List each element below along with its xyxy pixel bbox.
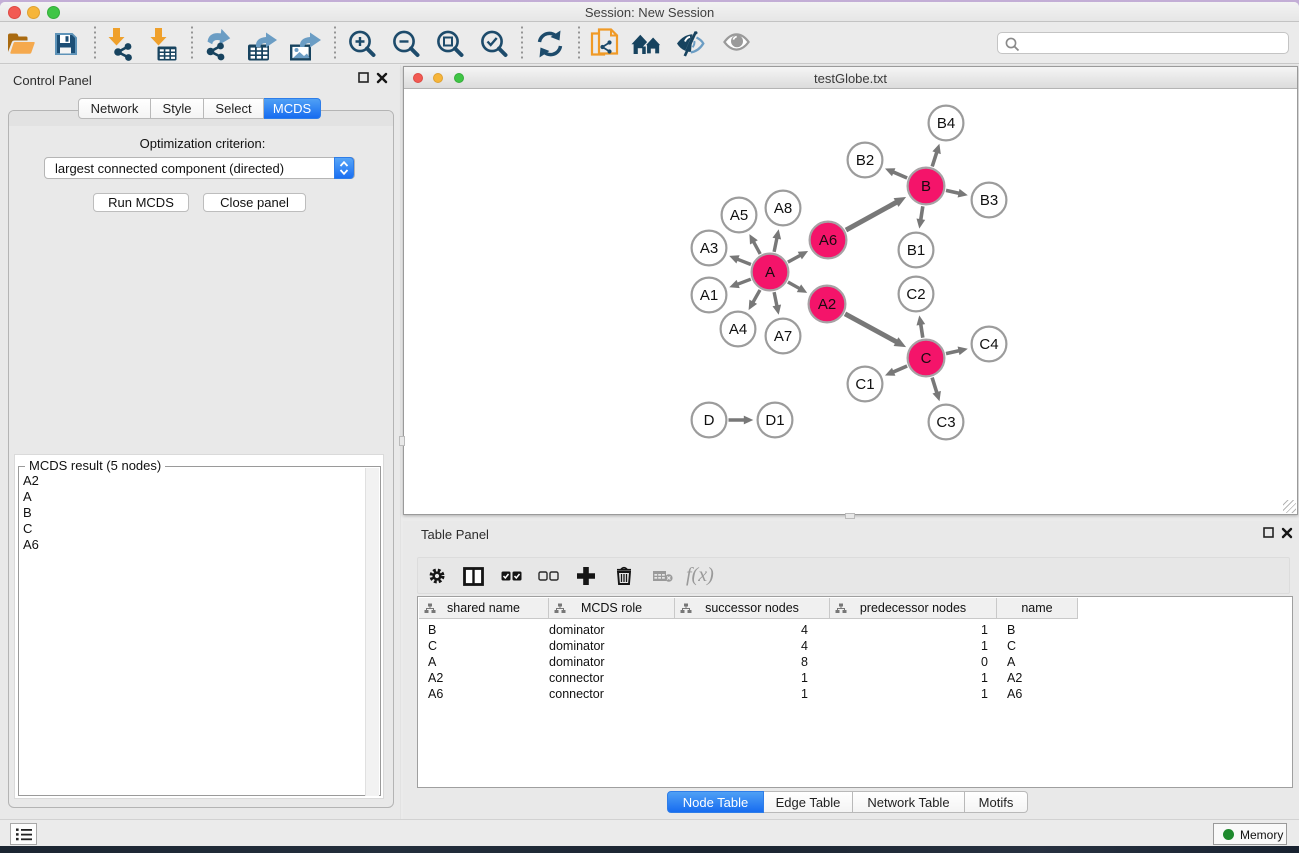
svg-text:C1: C1 bbox=[855, 376, 874, 393]
svg-text:B3: B3 bbox=[980, 192, 998, 209]
svg-text:A4: A4 bbox=[729, 321, 747, 338]
svg-text:A7: A7 bbox=[774, 328, 792, 345]
svg-text:C: C bbox=[921, 350, 932, 367]
svg-text:B1: B1 bbox=[907, 242, 925, 259]
svg-text:B: B bbox=[921, 178, 931, 195]
svg-text:A2: A2 bbox=[818, 296, 836, 313]
svg-text:C4: C4 bbox=[979, 336, 998, 353]
svg-text:A3: A3 bbox=[700, 240, 718, 257]
svg-text:C2: C2 bbox=[906, 286, 925, 303]
svg-text:D1: D1 bbox=[765, 412, 784, 429]
svg-text:A1: A1 bbox=[700, 287, 718, 304]
svg-text:A: A bbox=[765, 264, 775, 281]
svg-text:A6: A6 bbox=[819, 232, 837, 249]
svg-text:C3: C3 bbox=[936, 414, 955, 431]
svg-text:A8: A8 bbox=[774, 200, 792, 217]
svg-text:A5: A5 bbox=[730, 207, 748, 224]
svg-text:D: D bbox=[704, 412, 715, 429]
svg-text:B4: B4 bbox=[937, 115, 955, 132]
svg-text:B2: B2 bbox=[856, 152, 874, 169]
